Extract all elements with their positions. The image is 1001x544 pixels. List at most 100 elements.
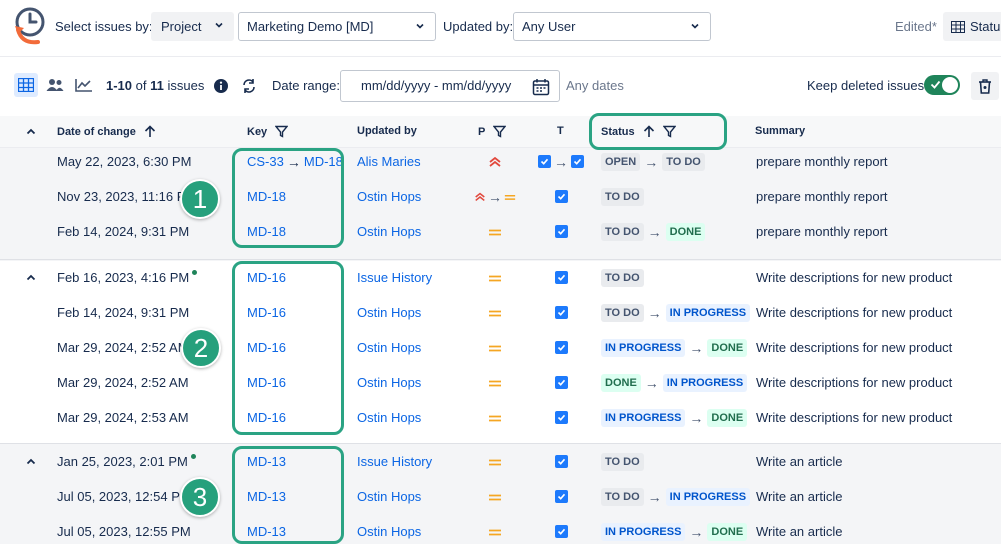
updated-by-user-link[interactable]: Ostin Hops — [357, 179, 421, 214]
status-change: IN PROGRESS → DONE — [601, 514, 748, 544]
status-lozenge: IN PROGRESS — [601, 408, 686, 427]
updated-by-user-link[interactable]: Ostin Hops — [357, 330, 421, 365]
edited-indicator: Edited* — [895, 19, 937, 34]
line-chart-icon — [75, 79, 92, 92]
secondary-toolbar: 1-10 of 11 issues Date range: mm/dd/yyyy… — [0, 68, 1001, 104]
chart-view-button[interactable] — [72, 73, 96, 97]
any-dates-label: Any dates — [566, 78, 624, 93]
updated-by-user-link[interactable]: Issue History — [357, 260, 432, 295]
status-view-label: Statu — [970, 19, 1001, 34]
change-date: Mar 29, 2024, 2:52 AM — [57, 365, 189, 400]
task-type-icon — [554, 455, 568, 468]
status-view-button[interactable]: Statu — [943, 12, 1001, 41]
priority-cell — [474, 444, 516, 479]
change-date: Jul 05, 2023, 12:55 PM — [57, 514, 191, 544]
status-lozenge: TO DO — [601, 268, 644, 287]
task-type-icon — [571, 155, 584, 168]
issue-type-cell — [537, 330, 585, 365]
table-row[interactable]: Mar 29, 2024, 2:52 AM MD-16 Ostin Hops IN P… — [0, 330, 1001, 365]
status-lozenge: TO DO — [601, 187, 644, 206]
table-row[interactable]: Mar 29, 2024, 2:52 AM MD-16 Ostin Hops DONE… — [0, 365, 1001, 400]
issue-summary: Write descriptions for new product — [756, 305, 953, 320]
status-change: TO DO → IN PROGRESS — [601, 479, 751, 514]
column-updated-by[interactable]: Updated by — [357, 125, 417, 137]
table-row[interactable]: May 22, 2023, 6:30 PM CS-33 → MD-18 Alis Mar… — [0, 144, 1001, 179]
updated-by-dropdown[interactable]: Any User — [513, 12, 711, 41]
table-row[interactable]: Feb 14, 2024, 9:31 PM MD-18 Ostin Hops TO D… — [0, 214, 1001, 249]
table-row[interactable]: Jul 05, 2023, 12:54 PM MD-13 Ostin Hops TO … — [0, 479, 1001, 514]
toggle-knob — [942, 77, 958, 93]
table-row[interactable]: Jan 25, 2023, 2:01 PM MD-13 Issue History T… — [0, 444, 1001, 479]
updated-by-user-link[interactable]: Ostin Hops — [357, 214, 421, 249]
updated-by-user-link[interactable]: Alis Maries — [357, 144, 421, 179]
users-view-button[interactable] — [43, 73, 67, 97]
updated-by-user-link[interactable]: Ostin Hops — [357, 365, 421, 400]
change-date: Feb 16, 2023, 4:16 PM — [57, 260, 198, 295]
change-date-text: Jul 05, 2023, 12:54 PM — [57, 489, 191, 504]
issue-type-cell — [537, 479, 585, 514]
priority-cell — [474, 295, 516, 330]
column-key[interactable]: Key — [247, 125, 289, 138]
priority-cell — [474, 400, 516, 435]
updated-by-user-link[interactable]: Ostin Hops — [357, 514, 421, 544]
change-date: Mar 29, 2024, 2:53 AM — [57, 400, 189, 435]
issue-type-cell — [537, 260, 585, 295]
table-row[interactable]: Jul 05, 2023, 12:55 PM MD-13 Ostin Hops IN … — [0, 514, 1001, 544]
table-row[interactable]: Mar 29, 2024, 2:53 AM MD-16 Ostin Hops IN P… — [0, 400, 1001, 435]
priority-medium-icon — [489, 415, 501, 421]
group-collapse-toggle[interactable] — [25, 260, 37, 295]
arrow-right-icon: → — [554, 153, 568, 170]
filter-icon[interactable] — [493, 125, 507, 138]
keep-deleted-label: Keep deleted issues — [807, 78, 925, 93]
issue-summary: Write descriptions for new product — [756, 270, 953, 285]
column-priority[interactable]: P — [478, 125, 507, 138]
change-date-text: Feb 16, 2023, 4:16 PM — [57, 270, 190, 285]
delete-button[interactable] — [971, 72, 999, 100]
column-summary[interactable]: Summary — [755, 125, 805, 137]
status-lozenge: DONE — [707, 338, 748, 357]
column-date[interactable]: Date of change — [57, 125, 156, 138]
column-type[interactable]: T — [557, 125, 564, 137]
issue-group: Jan 25, 2023, 2:01 PM MD-13 Issue History T… — [0, 444, 1001, 544]
calendar-icon[interactable] — [532, 78, 550, 96]
arrow-right-icon: → — [644, 153, 659, 170]
updated-by-user-link[interactable]: Ostin Hops — [357, 400, 421, 435]
status-lozenge: TO DO — [601, 222, 644, 241]
sort-up-icon[interactable] — [144, 125, 156, 138]
status-lozenge: TO DO — [601, 487, 644, 506]
column-summary-label: Summary — [755, 125, 806, 137]
annotation-badge-3: 3 — [180, 477, 220, 517]
new-indicator-dot — [190, 454, 196, 459]
project-selector-label: Project — [161, 19, 202, 34]
table-row[interactable]: Feb 14, 2024, 9:31 PM MD-16 Ostin Hops TO D… — [0, 295, 1001, 330]
collapse-all-icon[interactable] — [25, 126, 37, 138]
priority-cell — [474, 479, 516, 514]
table-row[interactable]: Feb 16, 2023, 4:16 PM MD-16 Issue History T… — [0, 260, 1001, 295]
info-icon[interactable] — [213, 78, 229, 94]
task-type-icon — [554, 271, 568, 284]
issue-count: 1-10 of 11 issues — [106, 78, 204, 93]
updated-by-user-link[interactable]: Ostin Hops — [357, 295, 421, 330]
table-row[interactable]: Nov 23, 2023, 11:16 PM MD-18 Ostin Hops → TO… — [0, 179, 1001, 214]
change-date: Feb 14, 2024, 9:31 PM — [57, 295, 189, 330]
priority-medium-icon — [489, 229, 501, 235]
change-date-text: Jul 05, 2023, 12:55 PM — [57, 524, 191, 539]
refresh-icon[interactable] — [241, 78, 257, 94]
filter-icon[interactable] — [275, 125, 289, 138]
status-lozenge: IN PROGRESS — [662, 373, 748, 392]
issue-summary: Write an article — [756, 454, 843, 469]
project-selector[interactable]: Project — [151, 12, 234, 41]
date-range-input[interactable]: mm/dd/yyyy - mm/dd/yyyy — [340, 70, 560, 102]
arrow-right-icon: → — [689, 409, 704, 426]
group-collapse-toggle[interactable] — [25, 444, 37, 479]
priority-cell — [474, 214, 516, 249]
priority-cell — [474, 144, 516, 179]
keep-deleted-toggle[interactable] — [924, 75, 960, 95]
project-dropdown[interactable]: Marketing Demo [MD] — [238, 12, 436, 41]
task-type-icon — [554, 490, 568, 503]
table-view-button[interactable] — [14, 73, 38, 97]
updated-by-user-link[interactable]: Ostin Hops — [357, 479, 421, 514]
updated-by-user-link[interactable]: Issue History — [357, 444, 432, 479]
key-group-1-highlight — [232, 148, 344, 248]
change-date-text: Feb 14, 2024, 9:31 PM — [57, 305, 190, 320]
